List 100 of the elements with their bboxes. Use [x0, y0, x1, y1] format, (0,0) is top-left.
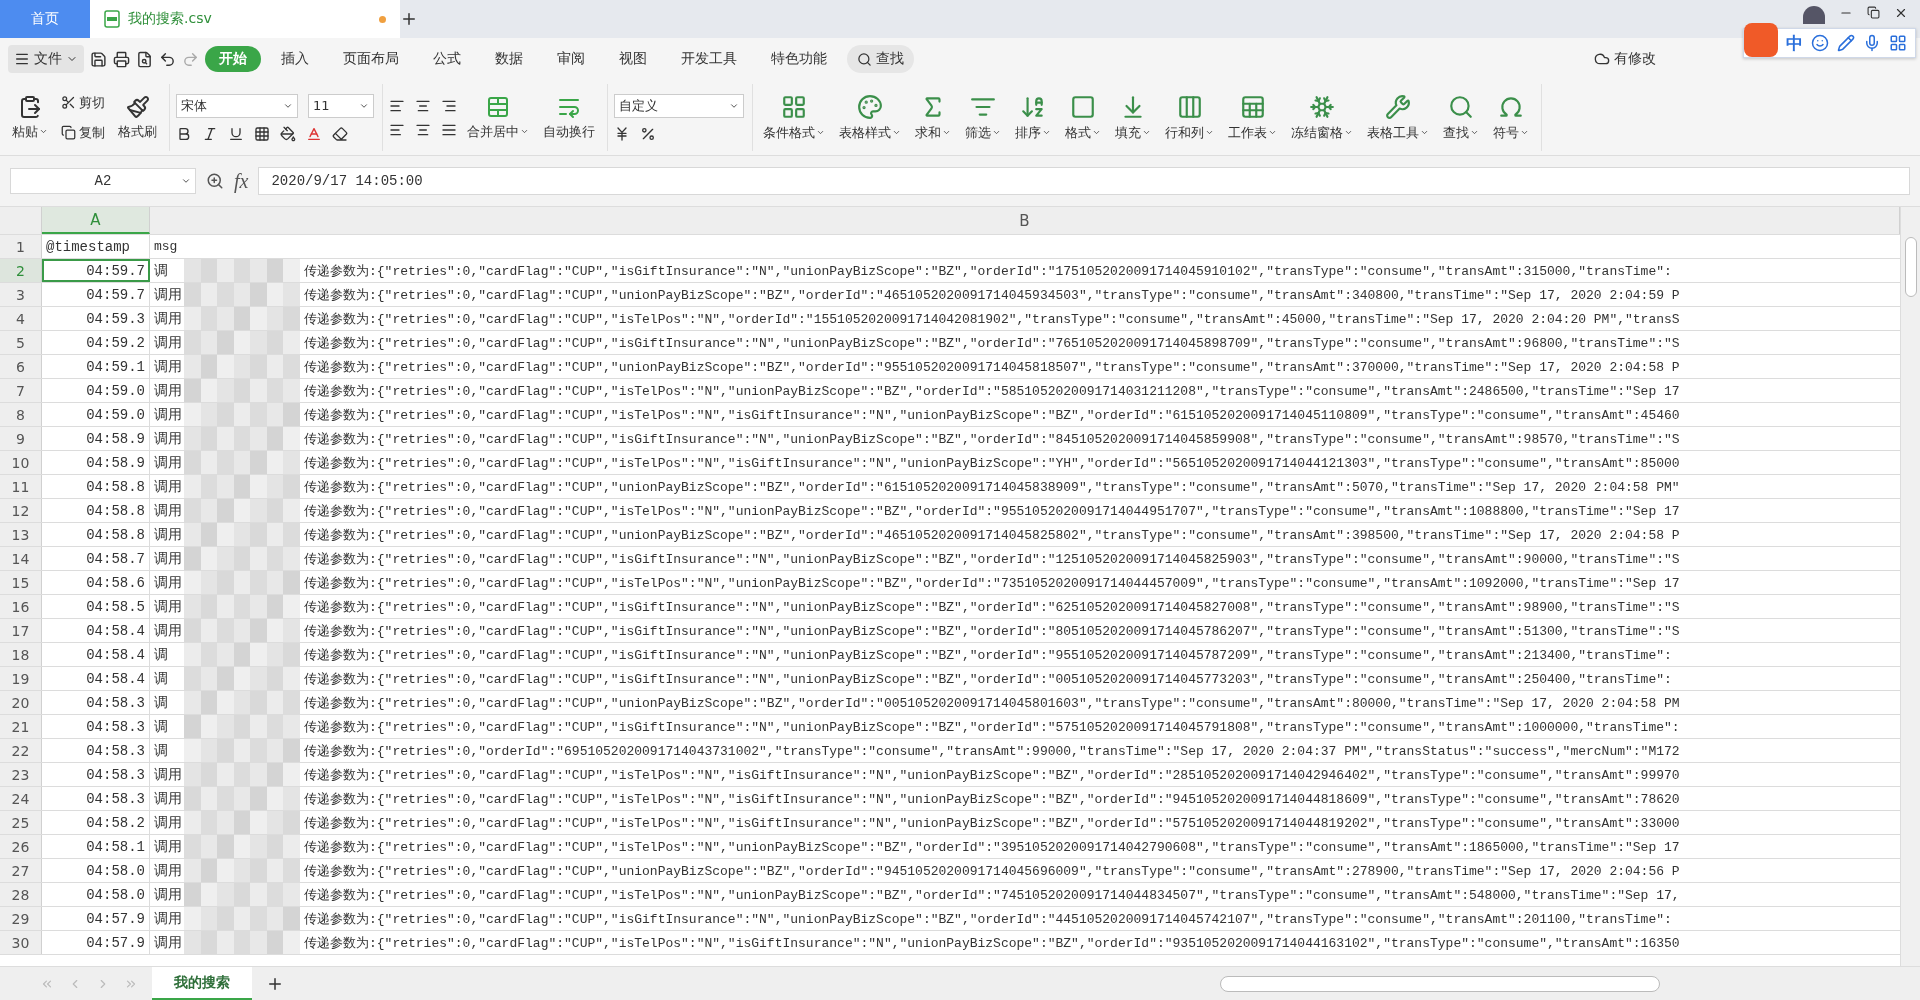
underline-icon[interactable] — [228, 125, 244, 142]
symbol-button[interactable]: 符号 — [1489, 91, 1533, 144]
row-number[interactable]: 6 — [0, 355, 42, 378]
fill-button[interactable]: 填充 — [1111, 91, 1155, 144]
row-number[interactable]: 25 — [0, 811, 42, 834]
menu-tab[interactable]: 公式 — [419, 46, 475, 72]
pencil-icon[interactable] — [1837, 34, 1855, 52]
cut-button[interactable]: 剪切 — [58, 91, 108, 114]
row-number[interactable]: 10 — [0, 451, 42, 474]
row-number[interactable]: 14 — [0, 547, 42, 570]
format-button[interactable]: 格式 — [1061, 91, 1105, 144]
fill-color-icon[interactable] — [280, 125, 296, 142]
merge-center-button[interactable]: 合并居中 — [463, 92, 533, 143]
row-number[interactable]: 12 — [0, 499, 42, 522]
row-number[interactable]: 22 — [0, 739, 42, 762]
print-preview-icon[interactable] — [136, 50, 153, 68]
italic-icon[interactable] — [202, 125, 218, 142]
font-size-dropdown[interactable]: 11 — [308, 93, 374, 118]
format-painter-button[interactable]: 格式刷 — [114, 92, 161, 143]
row-number[interactable]: 30 — [0, 931, 42, 954]
borders-icon[interactable] — [254, 125, 270, 142]
percent-icon[interactable] — [640, 125, 656, 142]
row-number[interactable]: 15 — [0, 571, 42, 594]
paste-button[interactable]: 粘贴 — [8, 92, 52, 143]
caret-icon — [1470, 128, 1479, 137]
copy-button[interactable]: 复制 — [58, 121, 108, 144]
row-number[interactable]: 19 — [0, 667, 42, 690]
sheet-tab[interactable]: 我的搜索 — [152, 967, 252, 1000]
grid-icon[interactable] — [1889, 34, 1907, 52]
row-number[interactable]: 4 — [0, 307, 42, 330]
undo-icon[interactable] — [159, 50, 176, 68]
rows-columns-button[interactable]: 行和列 — [1161, 91, 1218, 144]
table-style-button[interactable]: 表格样式 — [835, 91, 905, 144]
conditional-format-button[interactable]: 条件格式 — [759, 91, 829, 144]
row-number[interactable]: 27 — [0, 859, 42, 882]
row-number[interactable]: 23 — [0, 763, 42, 786]
menu-tab[interactable]: 特色功能 — [757, 46, 841, 72]
scissors-icon — [61, 95, 76, 110]
font-name-dropdown[interactable]: 宋体 — [176, 93, 298, 118]
row-number[interactable]: 28 — [0, 883, 42, 906]
sum-button[interactable]: 求和 — [911, 91, 955, 144]
row-number[interactable]: 18 — [0, 643, 42, 666]
row-number[interactable]: 16 — [0, 595, 42, 618]
worksheet-button[interactable]: 工作表 — [1224, 91, 1281, 144]
currency-icon[interactable] — [614, 125, 630, 142]
cell-text: 传递参数为:{"retries":0,"cardFlag":"CUP","isTelPos":"N","isGiftInsurance":"N","unionPayBizScope":"BZ","orderId":"9451052020091714044818609","transType":"consume","transAmt":78620 — [304, 790, 1680, 808]
row-number[interactable]: 11 — [0, 475, 42, 498]
row-number[interactable]: 9 — [0, 427, 42, 450]
font-color-icon[interactable] — [306, 125, 322, 142]
row-number[interactable]: 17 — [0, 619, 42, 642]
horizontal-scrollbar[interactable] — [1220, 975, 1660, 992]
name-box[interactable]: A2 — [10, 168, 196, 194]
plus-icon[interactable] — [400, 10, 418, 28]
restore-icon[interactable] — [1867, 6, 1880, 19]
zoom-icon[interactable] — [206, 172, 224, 190]
row-number[interactable]: 13 — [0, 523, 42, 546]
find-button[interactable]: 查找 — [1439, 91, 1483, 144]
file-menu-button[interactable]: 文件 — [8, 45, 84, 73]
table-tools-button[interactable]: 表格工具 — [1363, 91, 1433, 144]
menu-tab[interactable]: 视图 — [605, 46, 661, 72]
table-cell: 04:58.2 — [42, 811, 150, 834]
close-icon[interactable] — [1894, 6, 1908, 20]
row-number[interactable]: 5 — [0, 331, 42, 354]
search-button[interactable]: 查找 — [847, 45, 914, 73]
emoji-icon[interactable] — [1811, 34, 1829, 52]
row-number[interactable]: 1 — [0, 235, 42, 258]
menu-tab[interactable]: 数据 — [481, 46, 537, 72]
row-number[interactable]: 26 — [0, 835, 42, 858]
row-number[interactable]: 29 — [0, 907, 42, 930]
input-mode-toggle[interactable]: 中 — [1786, 31, 1803, 55]
row-number[interactable]: 3 — [0, 283, 42, 306]
function-label[interactable]: fx — [234, 169, 249, 193]
filter-button[interactable]: 筛选 — [961, 91, 1005, 144]
row-number[interactable]: 8 — [0, 403, 42, 426]
formula-field[interactable]: 2020/9/17 14:05:00 — [258, 167, 1910, 195]
avatar[interactable] — [1803, 6, 1825, 24]
row-number[interactable]: 7 — [0, 379, 42, 402]
scroll-thumb[interactable] — [1904, 237, 1917, 297]
freeze-panes-button[interactable]: 冻结窗格 — [1287, 91, 1357, 144]
row-number[interactable]: 24 — [0, 787, 42, 810]
column-header[interactable]: B — [150, 207, 1900, 234]
print-icon[interactable] — [113, 50, 130, 68]
document-tab[interactable]: 我的搜索.csv — [90, 0, 400, 38]
save-icon[interactable] — [90, 50, 107, 68]
menu-tab[interactable]: 审阅 — [543, 46, 599, 72]
row-number[interactable]: 20 — [0, 691, 42, 714]
eraser-icon[interactable] — [332, 125, 348, 142]
changes-button[interactable]: 有修改 — [1588, 49, 1662, 69]
menu-tab[interactable]: 插入 — [267, 46, 323, 72]
cell-text: 调用 — [154, 837, 183, 856]
number-format-dropdown[interactable]: 自定义 — [614, 93, 744, 118]
menu-tab[interactable]: 页面布局 — [329, 46, 413, 72]
row-number[interactable]: 21 — [0, 715, 42, 738]
bold-icon[interactable] — [176, 125, 192, 142]
microphone-icon[interactable] — [1863, 34, 1881, 52]
copy-icon — [61, 125, 76, 140]
vertical-scrollbar[interactable] — [1900, 207, 1920, 966]
menu-tab[interactable]: 开发工具 — [667, 46, 751, 72]
wrap-text-button[interactable]: 自动换行 — [539, 92, 599, 143]
sort-button[interactable]: 排序 — [1011, 91, 1055, 144]
